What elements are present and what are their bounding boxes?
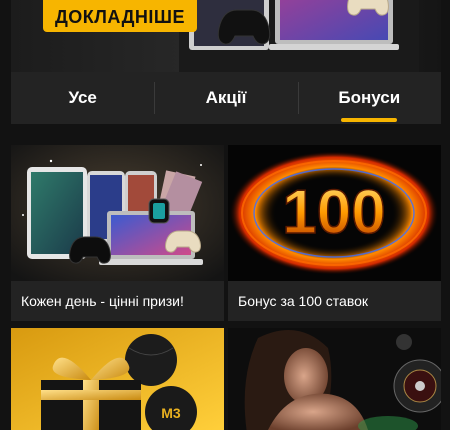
hundred-graphic-text: 100 xyxy=(282,178,385,247)
promo-card-daily-prizes[interactable]: Кожен день - цінні призи! xyxy=(11,145,224,321)
promo-category-tabs: Усе Акції Бонуси xyxy=(11,72,441,124)
promo-card-title: Бонус за 100 ставок xyxy=(228,281,441,321)
promo-card-100-bets-bonus[interactable]: 100 Бонус за 100 ставок xyxy=(228,145,441,321)
more-details-button[interactable]: ДОКЛАДНІШЕ xyxy=(43,0,197,32)
promo-card-casino[interactable] xyxy=(228,328,441,430)
gift-box-image: M3 xyxy=(11,328,224,430)
gadgets-prizes-image xyxy=(11,145,224,281)
hero-gadgets-image xyxy=(179,0,419,72)
promo-card-title: Кожен день - цінні призи! xyxy=(11,281,224,321)
fiery-100-image: 100 xyxy=(228,145,441,281)
promo-card-gift[interactable]: M3 xyxy=(11,328,224,430)
brand-badge-text: M3 xyxy=(161,405,181,421)
casino-woman-image xyxy=(228,328,441,430)
tab-all[interactable]: Усе xyxy=(11,72,154,124)
tab-promotions[interactable]: Акції xyxy=(154,72,297,124)
promo-hero-banner[interactable]: ДОКЛАДНІШЕ xyxy=(11,0,441,72)
tab-bonuses[interactable]: Бонуси xyxy=(297,72,441,124)
